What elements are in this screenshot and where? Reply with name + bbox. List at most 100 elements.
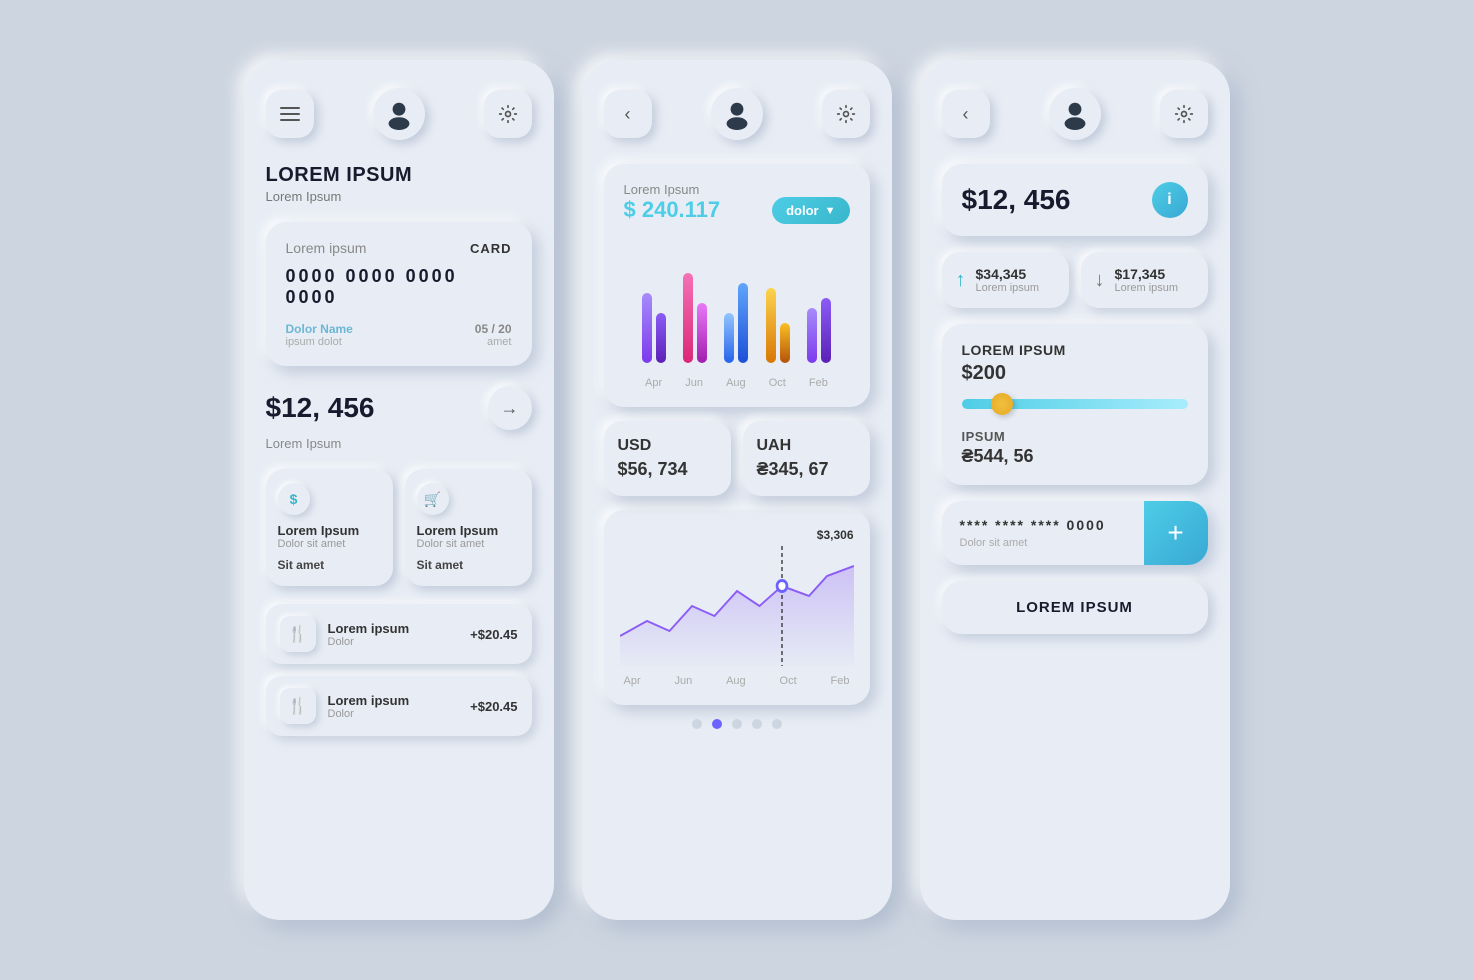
bar-chart (624, 243, 850, 363)
expense-label: Lorem ipsum (1115, 282, 1179, 294)
bar-group-aug (724, 283, 748, 363)
slider-track[interactable] (962, 399, 1188, 409)
ipsum-value: ₴544, 56 (962, 446, 1188, 467)
income-value: $34,345 (976, 266, 1040, 282)
screen1-subtitle: Lorem Ipsum (266, 189, 532, 204)
settings-button-2[interactable] (822, 90, 870, 138)
s2-header-label: Lorem Ipsum (624, 182, 721, 197)
x-label-oct: Oct (780, 675, 797, 687)
gear-icon-2 (836, 104, 856, 124)
trans-amount-2: +$20.45 (470, 699, 517, 714)
card-badge: CARD (470, 241, 512, 256)
dot-1[interactable] (692, 719, 702, 729)
line-chart-tooltip: $3,306 (620, 528, 854, 542)
back-button-3[interactable]: ‹ (942, 90, 990, 138)
trans-icon-2: 🍴 (280, 688, 316, 724)
action-btn-2-icon: 🛒 (417, 483, 449, 515)
bar-label-aug: Aug (726, 377, 746, 389)
dot-3[interactable] (732, 719, 742, 729)
card-add-info: **** **** **** 0000 Dolor sit amet (942, 501, 1144, 565)
line-chart-dot-inner (778, 582, 785, 590)
dot-5[interactable] (772, 719, 782, 729)
dot-4[interactable] (752, 719, 762, 729)
slider-thumb[interactable] (991, 393, 1013, 415)
card-add-row: **** **** **** 0000 Dolor sit amet + (942, 501, 1208, 565)
trans-sub-1: Dolor (328, 636, 471, 648)
action-btn-2-link: Sit amet (417, 558, 520, 572)
avatar-svg-3 (1059, 98, 1091, 130)
action-btn-2-title: Lorem Ipsum (417, 523, 520, 538)
card-holder-sub: ipsum dolot (286, 336, 353, 348)
s3-balance-section: $12, 456 i (942, 164, 1208, 236)
avatar-svg (383, 98, 415, 130)
trans-info-2: Lorem ipsum Dolor (328, 693, 471, 720)
slider-title: LOREM IPSUM (962, 342, 1188, 358)
uah-card: UAH ₴345, 67 (743, 421, 870, 496)
income-expense-row: ↑ $34,345 Lorem ipsum ↓ $17,345 Lorem ip… (942, 252, 1208, 308)
trans-title-1: Lorem ipsum (328, 621, 471, 636)
bar-jun-2 (697, 303, 707, 363)
card-add-number: **** **** **** 0000 (960, 517, 1126, 533)
screen-3: ‹ $12, 456 i ↑ (920, 60, 1230, 920)
transaction-item-1[interactable]: 🍴 Lorem ipsum Dolor +$20.45 (266, 604, 532, 664)
back-button-2[interactable]: ‹ (604, 90, 652, 138)
screen1-title: LOREM IPSUM (266, 164, 532, 187)
balance-row: $12, 456 → (266, 386, 532, 430)
submit-button[interactable]: LOREM IPSUM (942, 581, 1208, 634)
screen2-header: ‹ (604, 88, 870, 140)
line-chart-x-labels: Apr Jun Aug Oct Feb (620, 671, 854, 687)
avatar (373, 88, 425, 140)
card-holder-name: Dolor Name (286, 322, 353, 336)
avatar-2 (711, 88, 763, 140)
screen1-header (266, 88, 532, 140)
balance-amount: $12, 456 (266, 392, 375, 424)
balance-arrow-button[interactable]: → (488, 386, 532, 430)
expense-item: ↓ $17,345 Lorem ipsum (1081, 252, 1208, 308)
menu-button[interactable] (266, 90, 314, 138)
s3-amount: $12, 456 (962, 184, 1071, 216)
action-buttons-row: $ Lorem Ipsum Dolor sit amet Sit amet 🛒 … (266, 469, 532, 586)
bar-label-jun: Jun (685, 377, 703, 389)
bar-oct-2 (780, 323, 790, 363)
bar-labels-row: Apr Jun Aug Oct Feb (624, 373, 850, 389)
bar-apr-2 (656, 313, 666, 363)
action-btn-1[interactable]: $ Lorem Ipsum Dolor sit amet Sit amet (266, 469, 393, 586)
uah-value: ₴345, 67 (757, 459, 856, 480)
slider-section: LOREM IPSUM $200 IPSUM ₴544, 56 (942, 324, 1208, 485)
settings-button-3[interactable] (1160, 90, 1208, 138)
bar-feb-1 (807, 308, 817, 363)
screens-container: LOREM IPSUM Lorem Ipsum Lorem ipsum CARD… (244, 60, 1230, 920)
action-btn-2[interactable]: 🛒 Lorem Ipsum Dolor sit amet Sit amet (405, 469, 532, 586)
s2-stats-section: Lorem Ipsum $ 240.117 dolor ▼ (604, 164, 870, 407)
settings-button[interactable] (484, 90, 532, 138)
action-btn-1-title: Lorem Ipsum (278, 523, 381, 538)
avatar-3 (1049, 88, 1101, 140)
screen3-header: ‹ (942, 88, 1208, 140)
line-chart-section: $3,306 Apr Jun (604, 510, 870, 705)
dot-2[interactable] (712, 719, 722, 729)
usd-card: USD $56, 734 (604, 421, 731, 496)
ipsum-section: IPSUM ₴544, 56 (962, 429, 1188, 467)
transaction-item-2[interactable]: 🍴 Lorem ipsum Dolor +$20.45 (266, 676, 532, 736)
hamburger-icon (280, 107, 300, 121)
x-label-feb: Feb (831, 675, 850, 687)
avatar-svg-2 (721, 98, 753, 130)
line-chart-fill (620, 566, 854, 666)
dolor-filter-button[interactable]: dolor ▼ (772, 197, 849, 224)
card-add-plus-button[interactable]: + (1144, 501, 1208, 565)
info-icon[interactable]: i (1152, 182, 1188, 218)
trans-icon-1: 🍴 (280, 616, 316, 652)
trans-sub-2: Dolor (328, 708, 471, 720)
bar-group-jun (683, 273, 707, 363)
bar-apr-1 (642, 293, 652, 363)
bar-label-apr: Apr (645, 377, 662, 389)
trans-info-1: Lorem ipsum Dolor (328, 621, 471, 648)
usd-label: USD (618, 437, 717, 455)
card-expiry: 05 / 20 (475, 322, 512, 336)
bar-feb-2 (821, 298, 831, 363)
s2-amount: $ 240.117 (624, 197, 721, 223)
x-label-aug: Aug (726, 675, 746, 687)
card-widget: Lorem ipsum CARD 0000 0000 0000 0000 Dol… (266, 222, 532, 366)
slider-value: $200 (962, 362, 1188, 385)
line-chart-svg (620, 546, 854, 666)
